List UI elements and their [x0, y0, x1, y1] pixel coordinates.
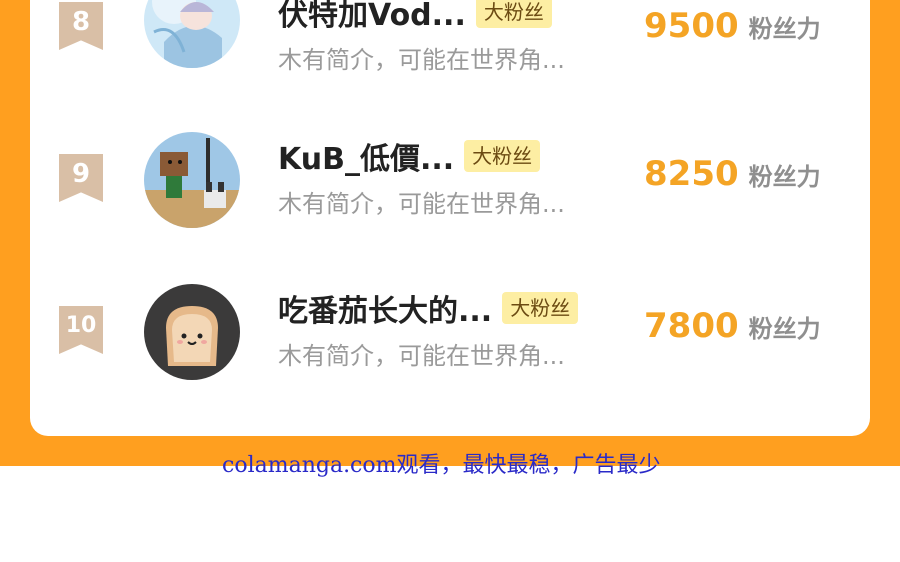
fan-power-value: 9500 [644, 6, 739, 46]
rank-ribbon: 8 [59, 2, 103, 50]
user-name[interactable]: 吃番茄长大的... [278, 286, 492, 330]
fan-power-unit: 粉丝力 [748, 315, 821, 343]
leaderboard-row[interactable]: 9 KuB_低價... 大粉丝 木有简介，可能在世界角... 8250 粉丝力 [30, 132, 870, 242]
fan-power-value: 8250 [644, 154, 739, 194]
user-name[interactable]: KuB_低價... [278, 134, 454, 178]
fan-power-unit: 粉丝力 [748, 15, 821, 43]
user-bio: 木有简介，可能在世界角... [278, 342, 565, 370]
rank-ribbon: 10 [59, 306, 103, 354]
fan-level-badge: 大粉丝 [475, 0, 552, 28]
rank-ribbon: 9 [59, 154, 103, 202]
leaderboard-card: 8 伏特加Vod... 大粉丝 木有简介，可能在世界角... 9500 粉丝力 … [30, 0, 870, 436]
site-watermark: colamanga.com观看，最快最稳，广告最少 [222, 453, 661, 478]
game-characters-avatar-icon [144, 132, 240, 228]
fan-power-unit: 粉丝力 [748, 163, 821, 191]
avatar[interactable] [144, 0, 240, 68]
anime-character-avatar-icon [144, 0, 240, 68]
fan-power-value: 7800 [644, 306, 739, 346]
fan-level-badge: 大粉丝 [502, 292, 579, 324]
leaderboard-row[interactable]: 8 伏特加Vod... 大粉丝 木有简介，可能在世界角... 9500 粉丝力 [30, 0, 870, 90]
toast-plush-avatar-icon [144, 284, 240, 380]
leaderboard-row[interactable]: 10 吃番茄长大的... 大粉丝 木有简介，可能在世界角... 7800 粉丝力 [30, 284, 870, 394]
avatar[interactable] [144, 284, 240, 380]
user-name[interactable]: 伏特加Vod... [278, 0, 466, 34]
user-bio: 木有简介，可能在世界角... [278, 190, 565, 218]
avatar[interactable] [144, 132, 240, 228]
user-bio: 木有简介，可能在世界角... [278, 46, 565, 74]
fan-level-badge: 大粉丝 [464, 140, 541, 172]
